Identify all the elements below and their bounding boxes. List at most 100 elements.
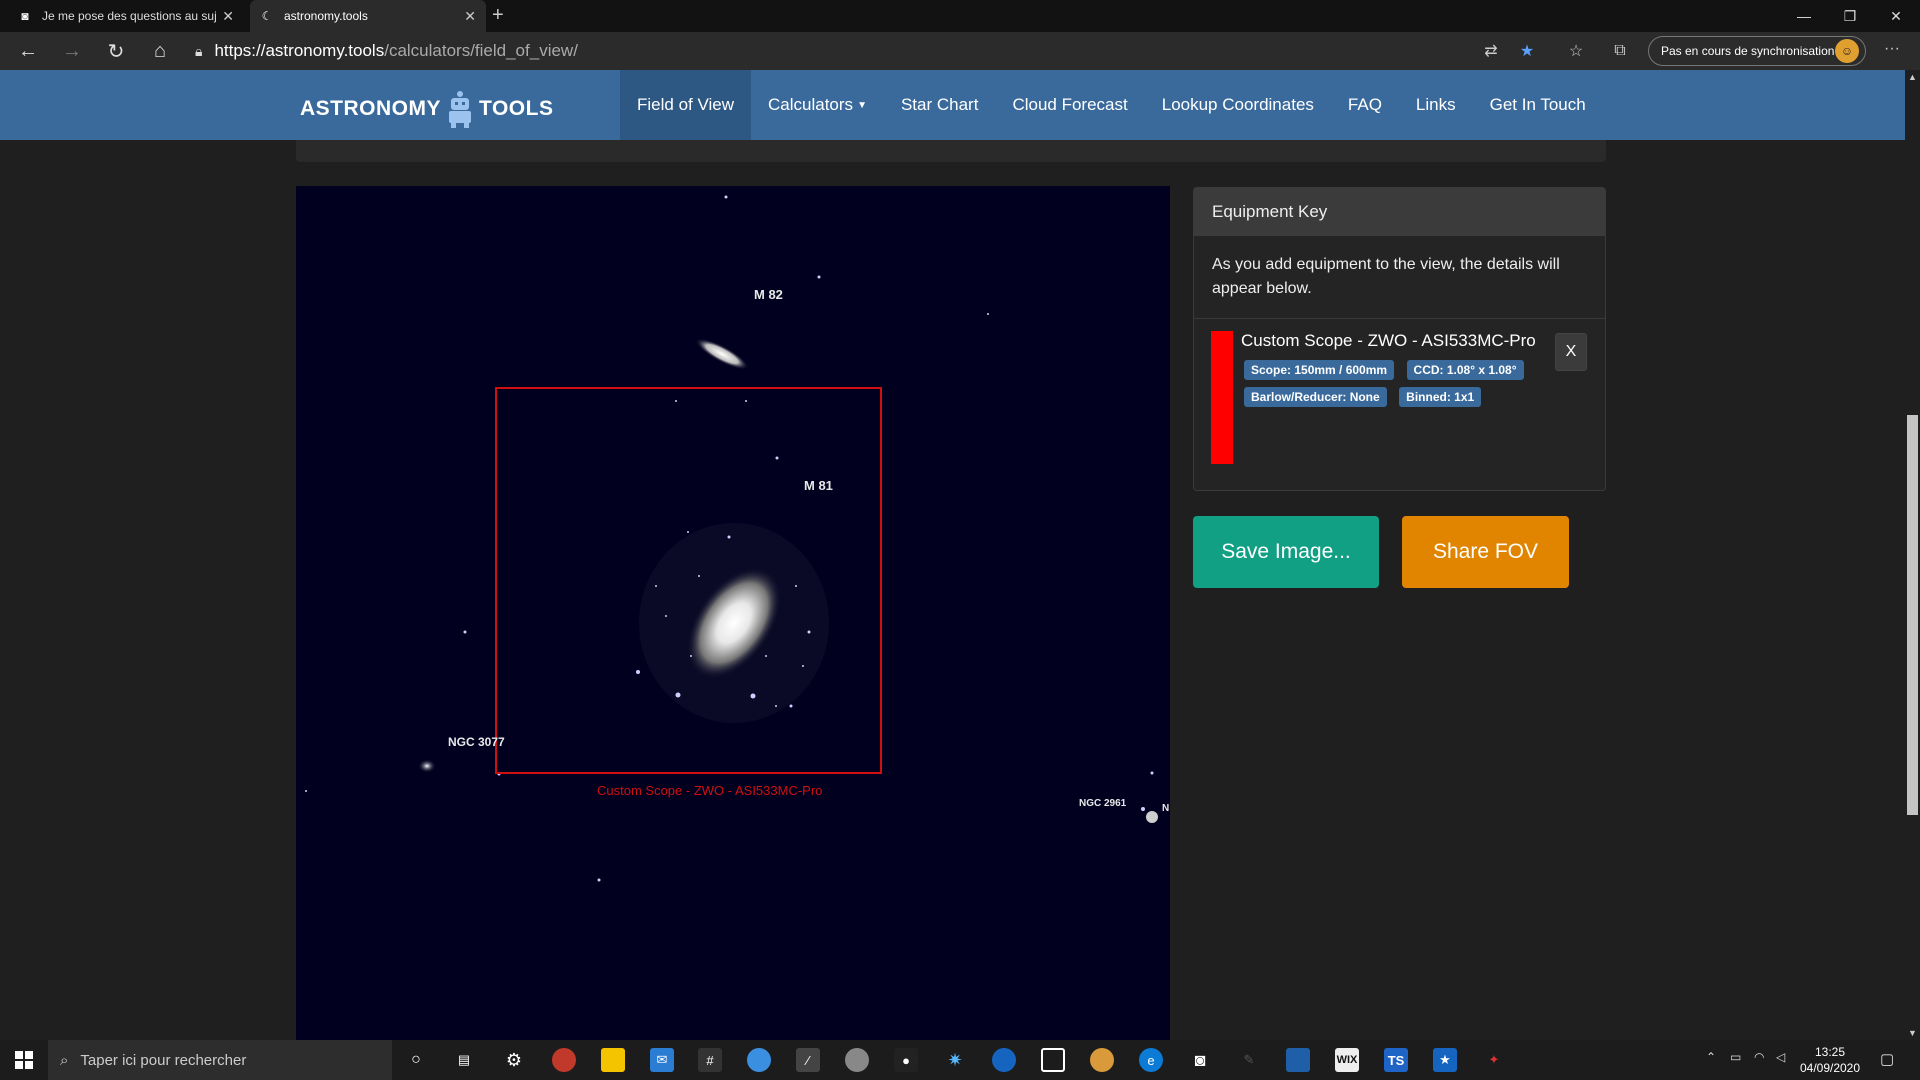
nav-field-of-view[interactable]: Field of View (620, 70, 752, 140)
badge-scope: Scope: 150mm / 600mm (1244, 360, 1395, 380)
tab-title: astronomy.tools (284, 9, 368, 23)
sky-svg: M 82 M 81 NGC 3077 NGC 2961 N Custom Sco… (305, 195, 1169, 882)
close-tab-icon[interactable]: ✕ (464, 8, 476, 25)
ngc3077-label: NGC 3077 (448, 735, 505, 749)
restore-icon[interactable]: ❐ (1827, 0, 1873, 32)
lock-icon: 🔒︎ (195, 42, 203, 59)
browser-tab-active[interactable]: ☾ astronomy.tools ✕ (250, 0, 486, 32)
url-text: https://astronomy.tools/calculators/fiel… (214, 41, 578, 60)
m82-label: M 82 (754, 287, 783, 302)
favorites-list-icon[interactable]: ☆ (1564, 40, 1588, 62)
app-icon[interactable] (552, 1048, 576, 1072)
fov-caption: Custom Scope - ZWO - ASI533MC-Pro (597, 783, 822, 798)
close-window-icon[interactable]: ✕ (1873, 0, 1919, 32)
task-view-icon[interactable]: ▤ (452, 1048, 476, 1072)
nav-lookup-coordinates[interactable]: Lookup Coordinates (1145, 70, 1331, 140)
ngc3077-galaxy (418, 759, 436, 773)
site-logo[interactable]: ASTRONOMY TOOLS (300, 90, 553, 128)
site-header: ASTRONOMY TOOLS Field of View Calculator… (0, 70, 1905, 140)
app-icon[interactable]: ∕ (796, 1048, 820, 1072)
equipment-color-swatch (1211, 331, 1233, 464)
app-icon[interactable] (1041, 1048, 1065, 1072)
main-nav: Field of View Calculators ▼ Star Chart Cl… (620, 70, 1603, 140)
forum-favicon-icon: ◙ (21, 9, 29, 23)
address-bar[interactable]: 🔒︎ https://astronomy.tools/calculators/f… (195, 36, 1525, 66)
star-app-icon[interactable]: ★ (1433, 1048, 1457, 1072)
browser-toolbar: ← → ↻ ⌂ 🔒︎ https://astronomy.tools/calcu… (0, 32, 1920, 70)
scroll-up-icon[interactable]: ▲ (1908, 72, 1917, 82)
home-icon[interactable]: ⌂ (146, 38, 174, 64)
telescope-robot-icon (445, 90, 475, 128)
app-icon[interactable] (845, 1048, 869, 1072)
battery-icon[interactable]: ▭ (1730, 1050, 1741, 1064)
forum-app-icon[interactable]: ◙ (1188, 1048, 1212, 1072)
app-icon[interactable]: ✦ (1482, 1048, 1506, 1072)
controls-panel-bottom (296, 140, 1606, 162)
nav-star-chart[interactable]: Star Chart (884, 70, 995, 140)
edge-browser-icon[interactable]: e (1139, 1048, 1163, 1072)
sticky-notes-icon[interactable] (601, 1048, 625, 1072)
ts-icon[interactable]: TS (1384, 1048, 1408, 1072)
globe-icon[interactable] (992, 1048, 1016, 1072)
equipment-item: Custom Scope - ZWO - ASI533MC-Pro Scope:… (1194, 319, 1605, 479)
equipment-key-panel: Equipment Key As you add equipment to th… (1193, 187, 1606, 491)
refresh-icon[interactable]: ↻ (102, 38, 130, 64)
bright-star (1146, 811, 1158, 823)
windows-start-icon[interactable] (0, 1040, 48, 1080)
wix-icon[interactable]: WIX (1335, 1048, 1359, 1072)
app-icon[interactable] (1286, 1048, 1310, 1072)
profile-sync-button[interactable]: Pas en cours de synchronisation ☺ (1648, 36, 1866, 66)
page-scrollbar[interactable]: ▲ ▼ (1905, 70, 1920, 1040)
close-tab-icon[interactable]: ✕ (222, 8, 234, 25)
volume-icon[interactable]: ◁ (1776, 1050, 1785, 1064)
new-tab-icon[interactable]: + (492, 4, 504, 27)
equipment-badges: Scope: 150mm / 600mm CCD: 1.08° x 1.08° … (1244, 360, 1554, 414)
badge-binned: Binned: 1x1 (1399, 387, 1482, 407)
cortana-icon[interactable]: ○ (404, 1048, 428, 1072)
taskbar-clock[interactable]: 13:25 04/09/2020 (1795, 1044, 1865, 1076)
wifi-icon[interactable]: ◠ (1754, 1050, 1764, 1064)
settings-gear-icon[interactable]: ⚙ (502, 1048, 526, 1072)
star-app-icon[interactable]: ✷ (943, 1048, 967, 1072)
planet-icon[interactable] (1090, 1048, 1114, 1072)
scrollbar-thumb[interactable] (1907, 415, 1918, 815)
mail-icon[interactable]: ✉ (650, 1048, 674, 1072)
nav-get-in-touch[interactable]: Get In Touch (1473, 70, 1603, 140)
browser-tab[interactable]: ◙ Je me pose des questions au suj ✕ (8, 0, 244, 32)
badge-barlow: Barlow/Reducer: None (1244, 387, 1387, 407)
minimize-icon[interactable]: — (1781, 0, 1827, 32)
nav-links[interactable]: Links (1399, 70, 1473, 140)
share-fov-button[interactable]: Share FOV (1402, 516, 1569, 588)
forward-icon[interactable]: → (58, 38, 86, 64)
ngc2961-label: NGC 2961 (1079, 798, 1127, 809)
tray-overflow-icon[interactable]: ⌃ (1706, 1050, 1716, 1064)
m81-label: M 81 (804, 478, 833, 493)
m82-galaxy (695, 338, 749, 370)
field-of-view-sky-image[interactable]: M 82 M 81 NGC 3077 NGC 2961 N Custom Sco… (296, 186, 1170, 1040)
taskbar-search-input[interactable]: ⌕ Taper ici pour rechercher (48, 1040, 392, 1080)
slack-icon[interactable]: # (698, 1048, 722, 1072)
app-icon[interactable]: ✎ (1237, 1048, 1261, 1072)
nav-faq[interactable]: FAQ (1331, 70, 1399, 140)
moon-favicon-icon: ☾ (261, 9, 273, 23)
collections-icon[interactable]: ⧉ (1608, 40, 1632, 62)
translate-icon[interactable]: ⇄ (1479, 40, 1503, 62)
nav-cloud-forecast[interactable]: Cloud Forecast (995, 70, 1144, 140)
more-icon[interactable]: ··· (1884, 40, 1900, 58)
search-icon: ⌕ (60, 1051, 69, 1069)
app-icon[interactable] (747, 1048, 771, 1072)
browser-tab-strip: ◙ Je me pose des questions au suj ✕ ☾ as… (0, 0, 1920, 32)
back-icon[interactable]: ← (14, 38, 42, 64)
nav-calculators[interactable]: Calculators ▼ (751, 70, 884, 140)
scroll-down-icon[interactable]: ▼ (1908, 1028, 1917, 1038)
save-image-button[interactable]: Save Image... (1193, 516, 1379, 588)
app-icon[interactable]: ● (894, 1048, 918, 1072)
windows-taskbar: ⌕ Taper ici pour rechercher ○ ▤ ⚙ ✉ # ∕ … (0, 1040, 1920, 1080)
notification-icon[interactable]: ▢ (1880, 1050, 1894, 1068)
remove-equipment-button[interactable]: X (1555, 333, 1587, 371)
panel-intro: As you add equipment to the view, the de… (1194, 236, 1605, 319)
favorite-star-icon[interactable]: ★ (1515, 40, 1539, 62)
avatar: ☺ (1835, 39, 1859, 63)
panel-title: Equipment Key (1194, 188, 1605, 236)
equipment-name: Custom Scope - ZWO - ASI533MC-Pro (1241, 331, 1536, 350)
